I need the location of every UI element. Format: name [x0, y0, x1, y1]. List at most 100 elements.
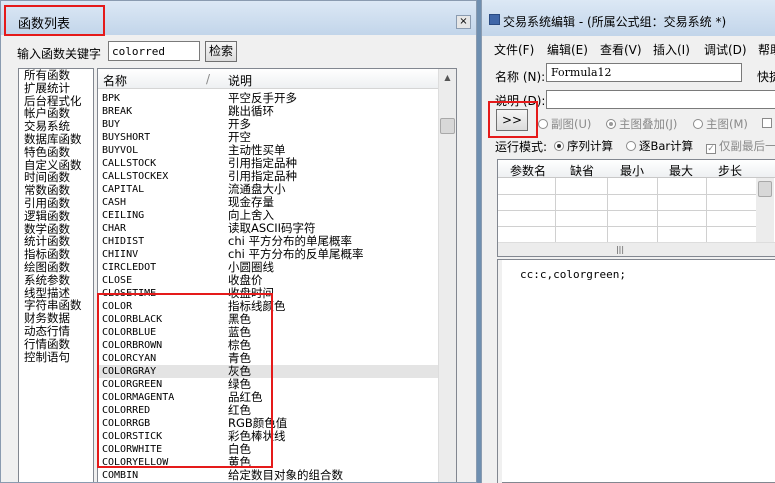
search-label: 输入函数关键字	[17, 47, 102, 61]
function-name: CHIINV	[102, 249, 139, 260]
radio-icon	[538, 119, 548, 129]
formula-name-input[interactable]	[546, 63, 742, 82]
title-bar[interactable]: 交易系统编辑 - (所属公式组：交易系统 *)	[482, 0, 775, 36]
option-label: 逐Bar计算	[639, 139, 694, 153]
checkbox-icon	[762, 118, 772, 128]
menu-insert[interactable]: 插入(I)	[653, 41, 690, 58]
grid-line	[498, 226, 756, 227]
scroll-grip-icon[interactable]: |||	[612, 245, 628, 255]
menu-file[interactable]: 文件(F)	[494, 41, 534, 58]
function-name: BUY	[102, 119, 121, 130]
category-list[interactable]: 所有函数 扩展统计 后台程式化 帐户函数 交易系统 数据库函数 特色函数 自定义函数 时间函数常…	[18, 68, 94, 482]
trading-system-editor-window: 交易系统编辑 - (所属公式组：交易系统 *) 文件(F) 编辑(E) 查看(V…	[481, 0, 775, 483]
menu-edit[interactable]: 编辑(E)	[547, 41, 588, 58]
function-name: CAPITAL	[102, 184, 145, 195]
scroll-thumb[interactable]	[758, 181, 772, 197]
radio-icon	[626, 141, 636, 151]
param-col-max: 最大	[669, 164, 694, 178]
code-text[interactable]: cc:c,colorgreen;	[520, 268, 626, 281]
function-list-window: 函数列表 × 输入函数关键字 检索 所有函数扩展统计后台程式化帐户函数交易系统数…	[0, 0, 477, 483]
grid-line	[498, 194, 756, 195]
menu-view[interactable]: 查看(V)	[600, 41, 642, 58]
radio-selected-icon	[606, 119, 616, 129]
menu-debug[interactable]: 调试(D)	[704, 41, 747, 58]
close-icon[interactable]: ×	[456, 15, 471, 29]
function-name: BPK	[102, 93, 121, 104]
category-item[interactable]: 行情函数	[19, 337, 93, 351]
category-item[interactable]: 绘图函数	[19, 261, 93, 274]
only-last-checkbox[interactable]: ✓ 仅副最后一	[706, 138, 775, 154]
color-functions-highlight-box	[97, 293, 273, 468]
option-sub-chart[interactable]: 副图(U)	[538, 116, 591, 132]
run-mode-bar[interactable]: 逐Bar计算	[626, 138, 693, 154]
category-item[interactable]: 控制语句	[19, 350, 93, 364]
category-item[interactable]: 动态行情	[19, 325, 93, 338]
category-item[interactable]: 特色函数	[19, 145, 93, 159]
expand-button-highlight-box	[488, 101, 538, 138]
shortcut-label: 快捷	[757, 70, 775, 84]
vertical-scrollbar[interactable]: ▲	[438, 69, 456, 482]
parameter-table-header: 参数名 缺省 最小 最大 步长	[498, 160, 775, 178]
description-input[interactable]	[546, 90, 775, 109]
table-row[interactable]: BUY 开多	[98, 118, 438, 131]
option-label: 仅副最后一	[719, 139, 775, 153]
parameter-table[interactable]: 参数名 缺省 最小 最大 步长 |||	[497, 159, 775, 257]
window-title: 交易系统编辑 - (所属公式组：交易系统 *)	[503, 15, 727, 29]
function-description: 给定数目对象的组合数	[228, 468, 343, 482]
function-name: BREAK	[102, 106, 133, 117]
code-editor[interactable]: cc:c,colorgreen;	[497, 259, 775, 483]
category-item[interactable]: 逻辑函数	[19, 209, 93, 223]
app-icon	[489, 14, 500, 25]
table-row[interactable]: CIRCLEDOT 小圆圈线	[98, 261, 438, 274]
scroll-up-icon[interactable]: ▲	[440, 71, 455, 85]
function-name: CIRCLEDOT	[102, 262, 157, 273]
category-item[interactable]: 数据库函数	[19, 133, 93, 146]
param-col-step: 步长	[718, 164, 743, 178]
checkbox-checked-icon: ✓	[706, 144, 716, 154]
column-desc-header[interactable]: 说明	[228, 72, 252, 89]
category-item[interactable]: 引用函数	[19, 197, 93, 210]
editor-gutter	[498, 260, 502, 483]
param-col-default: 缺省	[570, 164, 595, 178]
scroll-thumb[interactable]	[440, 118, 455, 134]
function-name: BUYVOL	[102, 145, 139, 156]
column-name-header[interactable]: 名称	[103, 72, 127, 89]
table-header: 名称 / 说明	[98, 69, 438, 89]
horizontal-scrollbar[interactable]: |||	[498, 242, 775, 256]
function-name: COMBIN	[102, 470, 139, 481]
option-main-chart[interactable]: 主图(M)	[693, 116, 748, 132]
param-col-name: 参数名	[510, 164, 547, 178]
category-item[interactable]: 所有函数	[19, 69, 93, 82]
column-sort-separator: /	[206, 72, 211, 86]
search-button[interactable]: 检索	[205, 41, 237, 62]
menu-help[interactable]: 帮助	[758, 41, 775, 58]
function-name: CHAR	[102, 223, 127, 234]
run-mode-series[interactable]: 序列计算	[554, 138, 613, 154]
grid-line	[498, 210, 756, 211]
option-label: 主图叠加(J)	[619, 117, 678, 131]
function-name: CHIDIST	[102, 236, 145, 247]
option-extra-checkbox[interactable]	[762, 116, 775, 130]
name-label: 名称 (N):	[495, 70, 546, 84]
table-row[interactable]: BREAK 跳出循环	[98, 105, 438, 118]
category-item[interactable]: 系统参数	[19, 273, 93, 287]
function-name: CALLSTOCK	[102, 158, 157, 169]
option-label: 主图(M)	[706, 117, 748, 131]
function-name: CEILING	[102, 210, 145, 221]
function-name: BUYSHORT	[102, 132, 151, 143]
function-name: CASH	[102, 197, 127, 208]
function-name: CALLSTOCKEX	[102, 171, 169, 182]
option-label: 副图(U)	[551, 117, 592, 131]
radio-icon	[693, 119, 703, 129]
table-row[interactable]: COMBIN 给定数目对象的组合数	[98, 469, 438, 482]
menu-bar: 文件(F) 编辑(E) 查看(V) 插入(I) 调试(D) 帮助	[482, 38, 775, 58]
search-input[interactable]	[108, 41, 200, 61]
option-main-overlay[interactable]: 主图叠加(J)	[606, 116, 677, 132]
function-name: CLOSE	[102, 275, 133, 286]
option-label: 序列计算	[567, 139, 613, 153]
title-highlight-box	[4, 5, 105, 36]
radio-selected-icon	[554, 141, 564, 151]
vertical-scrollbar[interactable]	[756, 178, 774, 242]
run-mode-label: 运行模式:	[495, 140, 548, 154]
category-item[interactable]: 扩展统计	[19, 81, 93, 95]
